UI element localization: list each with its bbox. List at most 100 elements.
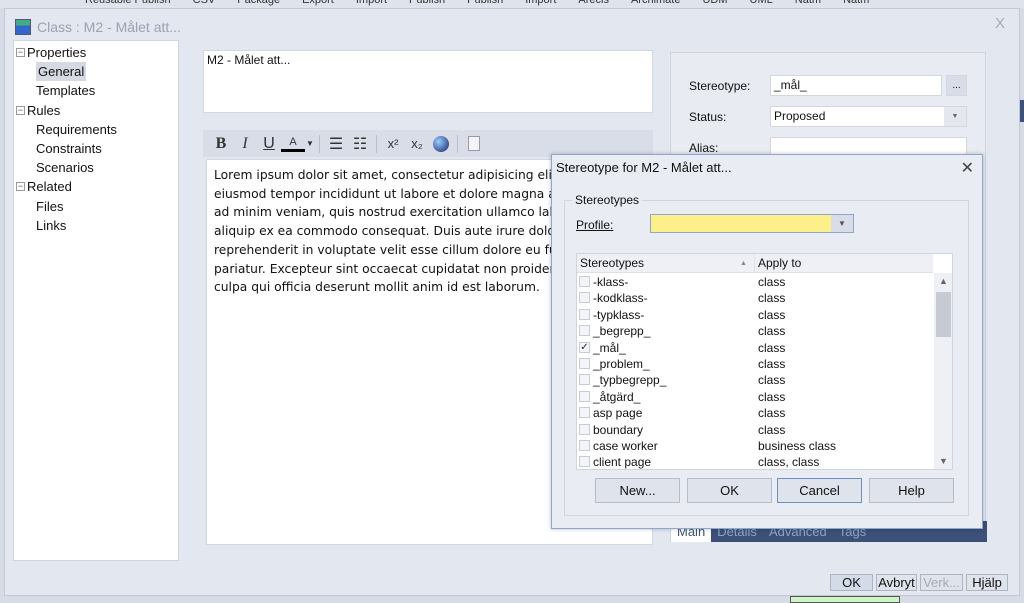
cancel-button[interactable]: Cancel: [777, 478, 862, 503]
status-select[interactable]: Proposed ▼: [770, 106, 967, 127]
tree-item-general[interactable]: General: [36, 62, 87, 82]
app-menu-item: CSV: [192, 0, 216, 6]
scroll-up-icon[interactable]: ▲: [934, 276, 952, 286]
tree-collapse-icon[interactable]: −: [16, 105, 25, 115]
app-menu-item: Import: [525, 0, 557, 6]
stereotype-checkbox[interactable]: [579, 423, 590, 435]
bold-button[interactable]: B: [209, 133, 233, 155]
cancel-button-label: Cancel: [799, 483, 840, 498]
help-button[interactable]: Help: [869, 478, 954, 503]
navigation-tree: − Properties General Templates − Rules Require…: [13, 40, 179, 561]
tree-collapse-icon[interactable]: −: [16, 48, 25, 57]
stereotype-dialog: Stereotype for M2 - Målet att... ✕ Stere…: [551, 154, 983, 529]
stereotype-checkbox[interactable]: [579, 276, 590, 287]
stereotype-checkbox[interactable]: [579, 308, 590, 320]
apply-to-value: business class: [758, 439, 837, 453]
stereotype-checkbox[interactable]: [579, 407, 590, 419]
list-item[interactable]: -klass-class: [577, 274, 933, 290]
alias-label: Alias:: [689, 141, 719, 155]
underline-button[interactable]: U: [257, 133, 281, 155]
list-item[interactable]: _typbegrepp_ class: [577, 372, 933, 388]
tree-item-files[interactable]: Files: [36, 197, 63, 216]
list-item[interactable]: asp page class: [577, 405, 933, 421]
stereotype-name: -kodklass-: [593, 291, 648, 306]
name-field[interactable]: M2 - Målet att...: [203, 50, 653, 113]
list-item[interactable]: boundary class: [577, 422, 933, 438]
profile-select[interactable]: ▼: [650, 214, 854, 233]
stereotype-name: -typklass-: [593, 307, 645, 322]
tree-item-templates[interactable]: Templates: [36, 81, 95, 100]
text-color-icon[interactable]: A: [281, 136, 305, 152]
help-button[interactable]: Hjälp: [966, 574, 1008, 591]
stereotype-checkbox[interactable]: [579, 325, 590, 337]
tree-item-related[interactable]: Related: [27, 177, 72, 196]
subscript-icon[interactable]: x₂: [405, 133, 429, 155]
apply-button: Verk...: [920, 574, 963, 591]
stereotype-checkbox[interactable]: [579, 374, 590, 386]
window-title: Class : M2 - Målet att...: [37, 19, 181, 35]
column-header-apply-to[interactable]: Apply to: [758, 254, 801, 273]
close-icon[interactable]: X: [995, 15, 1005, 32]
app-menu-item: Arecis: [578, 0, 609, 6]
stereotype-checkbox[interactable]: [579, 440, 590, 451]
stereotype-label: Stereotype:: [689, 79, 751, 93]
superscript-icon[interactable]: x²: [381, 133, 405, 155]
scrollbar-thumb[interactable]: [936, 292, 951, 337]
apply-to-value: class: [758, 340, 786, 355]
ok-button[interactable]: OK: [687, 478, 772, 503]
hyperlink-globe-icon[interactable]: [429, 133, 453, 155]
new-button-label: New...: [619, 483, 656, 498]
list-item[interactable]: -kodklass-class: [577, 290, 933, 306]
tree-item-rules[interactable]: Rules: [27, 101, 60, 120]
tree-item-properties[interactable]: Properties: [27, 43, 86, 62]
vertical-scrollbar[interactable]: ▲ ▼: [934, 273, 952, 469]
tree-item-constraints[interactable]: Constraints: [36, 139, 102, 158]
app-menu-item: Publish: [467, 0, 504, 6]
sort-ascending-icon: ▲: [740, 260, 747, 267]
stereotype-name: asp page: [593, 406, 643, 421]
stereotype-checkbox[interactable]: [579, 390, 590, 402]
stereotype-checkbox[interactable]: [579, 358, 590, 369]
apply-to-value: class: [758, 307, 786, 322]
app-menu-item: Publish: [409, 0, 446, 6]
list-item[interactable]: client page class, class: [577, 454, 933, 470]
column-divider: [754, 254, 755, 273]
app-menu-item: Nätm: [843, 0, 870, 6]
list-item[interactable]: case worker business class: [577, 438, 933, 454]
class-icon: [15, 19, 31, 35]
tree-item-requirements[interactable]: Requirements: [36, 120, 117, 139]
list-item[interactable]: _begrepp_ class: [577, 323, 933, 339]
stereotype-checkbox[interactable]: [579, 292, 590, 304]
cancel-button[interactable]: Avbryt: [876, 574, 917, 591]
apply-to-value: class, class: [758, 455, 820, 470]
italic-button[interactable]: I: [233, 133, 257, 155]
scroll-down-icon[interactable]: ▼: [934, 456, 952, 466]
tree-item-scenarios[interactable]: Scenarios: [36, 158, 94, 177]
ok-button-label: OK: [720, 483, 739, 498]
apply-to-value: class: [758, 422, 786, 437]
stereotype-browse-button[interactable]: ...: [946, 75, 967, 96]
tree-item-links[interactable]: Links: [36, 216, 66, 235]
apply-to-value: class: [758, 389, 786, 404]
stereotype-name: _typbegrepp_: [593, 373, 667, 388]
list-item[interactable]: _åtgärd_ class: [577, 389, 933, 405]
tree-collapse-icon[interactable]: −: [16, 182, 25, 192]
numbered-list-icon[interactable]: ☷: [348, 133, 372, 155]
stereotype-checkbox[interactable]: ✓: [579, 341, 590, 353]
close-icon[interactable]: ✕: [961, 158, 974, 178]
chevron-down-icon: ▼: [831, 215, 853, 232]
list-item[interactable]: -typklass-class: [577, 307, 933, 323]
window-title-bar: Class : M2 - Målet att...: [15, 15, 181, 39]
list-item[interactable]: _problem_ class: [577, 356, 933, 372]
chevron-down-icon[interactable]: ▼: [305, 133, 315, 155]
document-icon[interactable]: [462, 133, 486, 155]
column-header-stereotypes[interactable]: Stereotypes: [580, 254, 644, 273]
bullet-list-icon[interactable]: ☰: [324, 133, 348, 155]
stereotype-field[interactable]: _mål_: [770, 75, 942, 96]
stereotype-checkbox[interactable]: [579, 456, 590, 468]
app-menu-item: UML: [749, 0, 773, 6]
help-button-label: Help: [898, 483, 925, 498]
ok-button[interactable]: OK: [830, 574, 873, 591]
new-button[interactable]: New...: [595, 478, 680, 503]
list-item[interactable]: ✓ _mål_ class: [577, 340, 933, 356]
